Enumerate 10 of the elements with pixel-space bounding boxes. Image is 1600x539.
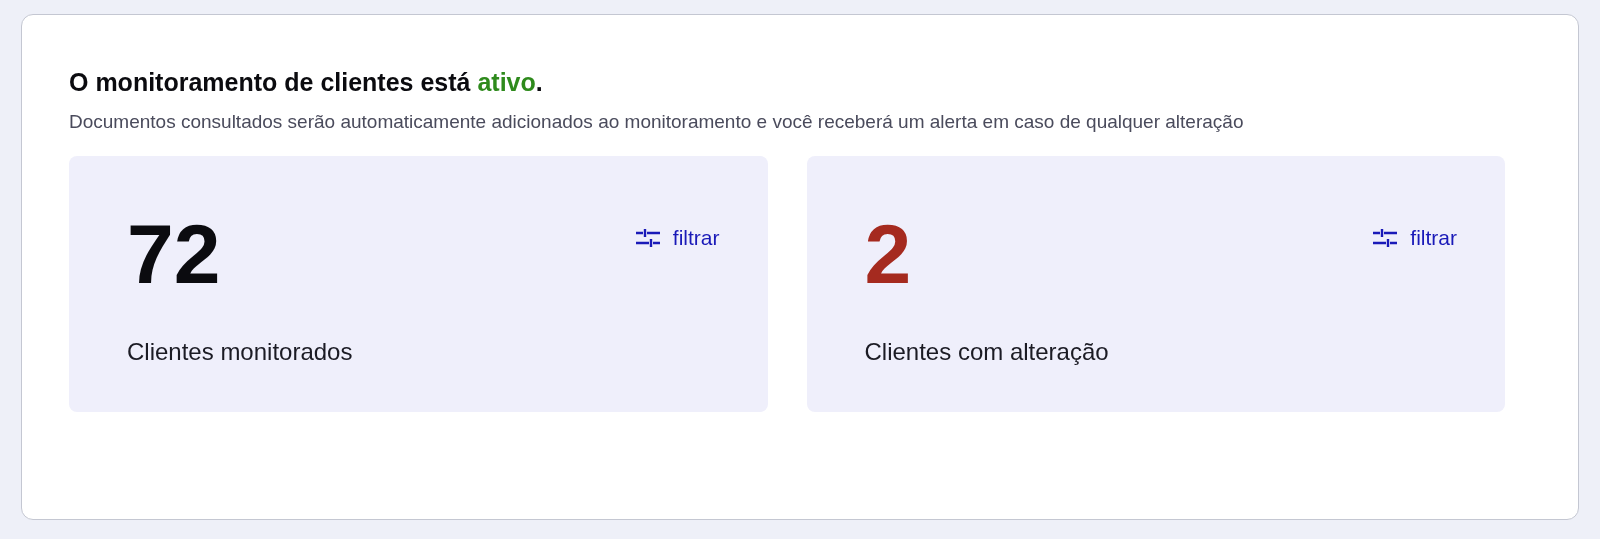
sliders-icon [634,228,661,248]
heading: O monitoramento de clientes está ativo. [69,67,544,98]
description: Documentos consultados serão automaticamente adicionados ao monitoramento e você receberá um alerta em caso de qualquer alteração [69,110,1245,135]
stat-label: Clientes monitorados [127,337,354,368]
stat-label: Clientes com alteração [864,337,1110,368]
sliders-icon [1372,228,1399,248]
filter-button[interactable]: filtrar [634,222,720,254]
stat-value: 2 [864,212,912,297]
stat-value: 72 [127,212,221,297]
filter-button[interactable]: filtrar [1372,222,1457,254]
